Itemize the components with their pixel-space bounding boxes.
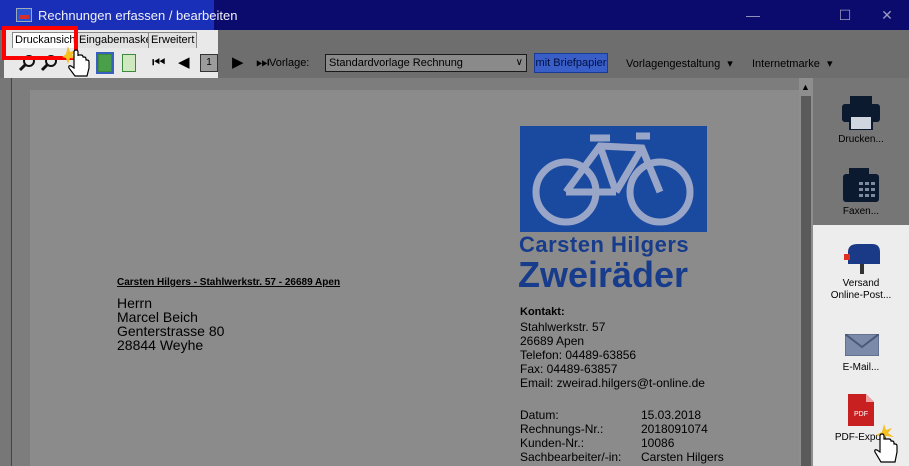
vertical-scrollbar[interactable]: ▲: [799, 78, 813, 466]
meta-value: 2018091074: [641, 422, 708, 436]
versand-label-line1: Versand: [842, 278, 880, 289]
zoom-in-icon[interactable]: [40, 54, 58, 72]
sender-line: Carsten Hilgers - Stahlwerkstr. 57 - 266…: [117, 277, 341, 288]
single-page-view-icon[interactable]: [96, 52, 114, 74]
page-number-field[interactable]: 1: [200, 54, 218, 72]
internetmarke-label: Internetmarke: [752, 58, 820, 70]
tab-row: Druckansicht Eingabemaske Erweitert: [0, 30, 909, 48]
zoom-out-icon[interactable]: [18, 54, 36, 72]
vorlagengestaltung-label: Vorlagengestaltung: [626, 58, 721, 70]
scrollbar-thumb[interactable]: [801, 96, 811, 466]
vorlage-select-value: Standardvorlage Rechnung: [329, 57, 463, 69]
logo-company-type: Zweiräder: [518, 254, 689, 295]
scroll-up-icon[interactable]: ▲: [801, 82, 810, 92]
kontakt-line: Email: zweirad.hilgers@t-online.de: [520, 376, 705, 390]
maximize-button[interactable]: ☐: [830, 4, 860, 26]
meta-key: Datum:: [520, 408, 559, 422]
minimize-button[interactable]: —: [738, 4, 768, 26]
dropdown-arrow-icon: ▾: [826, 58, 833, 70]
printer-icon[interactable]: [842, 96, 880, 130]
app-icon: [16, 8, 32, 22]
faxen-button[interactable]: Faxen...: [813, 206, 909, 218]
kontakt-line: Fax: 04489-63857: [520, 362, 618, 376]
last-page-icon[interactable]: ⏭: [256, 54, 270, 72]
close-button[interactable]: ✕: [872, 4, 902, 26]
next-page-icon[interactable]: ▶: [232, 54, 244, 72]
kontakt-line: Stahlwerkstr. 57: [520, 320, 606, 334]
hand-cursor-icon: [874, 424, 898, 463]
briefpapier-button[interactable]: mit Briefpapier: [534, 53, 608, 73]
internetmarke-menu[interactable]: Internetmarke ▾: [752, 57, 832, 70]
meta-key: Sachbearbeiter/-in:: [520, 450, 622, 464]
dropdown-arrow-icon: ▾: [727, 58, 733, 70]
page-width-view-icon[interactable]: [122, 54, 136, 72]
kontakt-line: 26689 Apen: [520, 334, 585, 348]
versand-label-line2: Online-Post...: [830, 290, 892, 301]
versand-button[interactable]: Versand Online-Post...: [813, 278, 909, 302]
pdf-icon-label: PDF: [854, 411, 868, 418]
chevron-down-icon: ∨: [515, 57, 523, 68]
mailbox-icon[interactable]: [844, 244, 880, 274]
vorlagengestaltung-menu[interactable]: Vorlagengestaltung ▾: [626, 57, 733, 70]
vorlage-label: Vorlage:: [269, 57, 310, 69]
meta-value: 15.03.2018: [641, 408, 702, 422]
kontakt-line: Telefon: 04489-63856: [520, 348, 637, 362]
meta-key: Rechnungs-Nr.:: [520, 422, 604, 436]
meta-value: 10086: [641, 436, 675, 450]
previous-page-icon[interactable]: ◀: [178, 54, 190, 72]
drucken-button[interactable]: Drucken...: [813, 134, 909, 146]
title-bar: Rechnungen erfassen / bearbeiten — ☐ ✕: [0, 0, 909, 30]
company-logo: [520, 126, 707, 232]
fax-icon[interactable]: [843, 168, 879, 202]
bicycle-icon: [532, 132, 694, 226]
kontakt-heading: Kontakt:: [520, 306, 565, 318]
meta-value: Carsten Hilgers: [641, 450, 724, 464]
window-title: Rechnungen erfassen / bearbeiten: [38, 8, 238, 23]
vorlage-select[interactable]: Standardvorlage Rechnung ∨: [325, 54, 527, 72]
email-button[interactable]: E-Mail...: [813, 362, 909, 374]
hand-cursor-icon: [62, 46, 90, 77]
left-frame: [0, 78, 12, 466]
meta-key: Kunden-Nr.:: [520, 436, 585, 450]
email-icon[interactable]: [845, 334, 879, 356]
tab-erweitert[interactable]: Erweitert: [148, 32, 198, 48]
first-page-icon[interactable]: ⏮: [152, 54, 166, 72]
recipient-line: 28844 Weyhe: [117, 337, 204, 353]
